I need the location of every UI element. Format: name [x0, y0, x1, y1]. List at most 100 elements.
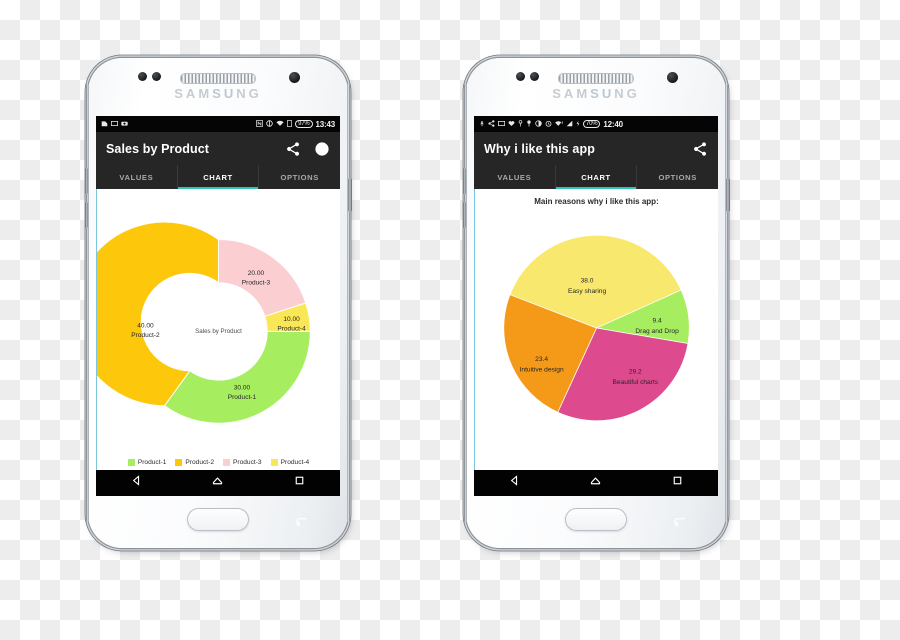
legend-label-product-1: Product-1	[137, 459, 167, 466]
app-title-right: Why i like this app	[484, 141, 595, 156]
battery-indicator-left: 97%	[295, 120, 313, 128]
pie-label-intuitive-design-value: 23.4	[535, 356, 548, 363]
donut-label-product-4-value: 10.00	[283, 316, 300, 323]
legend-swatch-product-3	[223, 459, 230, 466]
home-icon[interactable]	[211, 474, 224, 492]
key-icon	[518, 119, 523, 129]
legend-label-product-4: Product-4	[280, 459, 310, 466]
app-bar-actions-left	[285, 141, 330, 157]
capacitive-menu-icon[interactable]	[508, 514, 521, 532]
volume-down-button[interactable]	[462, 202, 466, 228]
charging-icon	[576, 120, 580, 129]
donut-chart-svg[interactable]: 20.00 Product-3 10.00 Product-4 30.00 Pr…	[96, 189, 340, 470]
back-icon[interactable]	[508, 474, 521, 492]
check-circle-icon[interactable]	[314, 141, 330, 157]
legend-swatch-product-4	[270, 459, 278, 466]
physical-home-button[interactable]	[565, 508, 627, 531]
donut-label-product-1-value: 30.00	[234, 384, 251, 391]
donut-label-product-3-value: 20.00	[248, 270, 265, 277]
phone-right-screen: 70% 12:40 Why i like this app VALUES CHA…	[474, 116, 718, 496]
tab-chart-left[interactable]: CHART	[177, 165, 260, 189]
signal-icon	[566, 120, 573, 129]
legend-item[interactable]: Product-2	[175, 459, 214, 466]
power-button[interactable]	[726, 178, 730, 212]
physical-home-button[interactable]	[187, 508, 249, 531]
tab-chart-right[interactable]: CHART	[555, 165, 638, 189]
donut-slice-product-3[interactable]	[218, 239, 307, 317]
brand-logo-left: SAMSUNG	[88, 86, 348, 101]
android-nav-bar-left	[96, 470, 340, 496]
brand-text-left: SAMSUNG	[174, 86, 262, 101]
capacitive-back-icon[interactable]	[294, 514, 308, 532]
chart-content-right: Main reasons why i like this app: 38.0 E…	[474, 189, 718, 470]
app-title-left: Sales by Product	[106, 141, 210, 156]
android-nav-bar-right	[474, 470, 718, 496]
pie-label-beautiful-charts-value: 29.2	[629, 368, 642, 375]
volume-up-button[interactable]	[462, 168, 466, 194]
donut-chart-left[interactable]: 20.00 Product-3 10.00 Product-4 30.00 Pr…	[96, 189, 340, 470]
pie-chart-svg[interactable]: 38.0 Easy sharing 9.4 Drag and Drop 29.2…	[475, 205, 718, 470]
phone-right-rail-right	[725, 84, 728, 522]
proximity-sensor-icon	[138, 72, 147, 81]
capacitive-menu-icon[interactable]	[130, 514, 143, 532]
wifi-alert-icon	[555, 120, 563, 129]
sim-icon	[287, 119, 292, 129]
legend-label-product-3: Product-3	[233, 459, 262, 466]
volume-down-button[interactable]	[84, 202, 88, 228]
chart-legend-left: Product-1 Product-2 Product-3 Product-4	[97, 459, 340, 466]
legend-item[interactable]: Product-3	[223, 459, 262, 466]
pie-label-beautiful-charts-name: Beautiful charts	[613, 379, 659, 386]
camera-icon	[121, 120, 128, 129]
power-button[interactable]	[348, 178, 352, 212]
donut-label-product-2-name: Product-2	[131, 332, 160, 339]
tab-values-right[interactable]: VALUES	[474, 165, 556, 189]
phone-right: SAMSUNG 70% 12:40 Why i like this app VA…	[462, 58, 730, 548]
front-camera-icon	[289, 72, 300, 83]
capacitive-back-icon[interactable]	[672, 514, 686, 532]
tab-values-left[interactable]: VALUES	[96, 165, 178, 189]
donut-slice-product-1[interactable]	[163, 330, 311, 424]
pie-label-drag-and-drop-name: Drag and Drop	[635, 328, 679, 335]
status-bar-clock-left: 13:43	[315, 119, 336, 129]
donut-label-product-3-name: Product-3	[242, 280, 271, 287]
recents-icon[interactable]	[293, 474, 306, 492]
phone-left-rail-right	[347, 84, 350, 522]
light-sensor-icon	[152, 72, 161, 81]
share-icon[interactable]	[692, 141, 708, 157]
pin-icon	[526, 120, 532, 129]
chart-content-left: 20.00 Product-3 10.00 Product-4 30.00 Pr…	[96, 189, 340, 470]
front-camera-icon	[667, 72, 678, 83]
app-bar-right: Why i like this app	[474, 132, 718, 165]
app-bar-actions-right	[692, 141, 708, 157]
status-bar-clock-right: 12:40	[603, 119, 623, 129]
phone-left-rail-left	[86, 84, 89, 522]
pie-label-easy-sharing-value: 38.0	[581, 278, 594, 285]
pie-label-intuitive-design-name: Intuitive design	[520, 367, 564, 374]
donut-label-product-1-name: Product-1	[228, 394, 257, 401]
brand-logo-right: SAMSUNG	[466, 86, 726, 101]
sync-icon	[266, 120, 273, 129]
phone-right-top-bezel: SAMSUNG	[466, 58, 726, 116]
pie-chart-right[interactable]: 38.0 Easy sharing 9.4 Drag and Drop 29.2…	[475, 205, 718, 470]
share-icon	[488, 120, 495, 129]
tab-options-left[interactable]: OPTIONS	[259, 165, 340, 189]
legend-item[interactable]: Product-4	[270, 459, 310, 466]
share-icon[interactable]	[285, 141, 301, 157]
home-icon[interactable]	[589, 474, 602, 492]
pie-label-easy-sharing-name: Easy sharing	[568, 288, 607, 295]
back-icon[interactable]	[130, 474, 143, 492]
tab-options-right[interactable]: OPTIONS	[637, 165, 718, 189]
sd-card-icon	[101, 120, 108, 129]
legend-label-product-2: Product-2	[185, 459, 214, 466]
legend-item[interactable]: Product-1	[127, 459, 167, 466]
recents-icon[interactable]	[671, 474, 684, 492]
phone-right-rail-left	[464, 84, 467, 522]
brand-text-right: SAMSUNG	[552, 86, 640, 101]
volume-up-button[interactable]	[84, 168, 88, 194]
image-icon	[497, 120, 506, 129]
contrast-icon	[535, 120, 542, 129]
status-bar-right: 70% 12:40	[474, 116, 718, 132]
light-sensor-icon	[530, 72, 539, 81]
nfc-icon	[256, 119, 263, 129]
usb-icon	[479, 120, 485, 129]
